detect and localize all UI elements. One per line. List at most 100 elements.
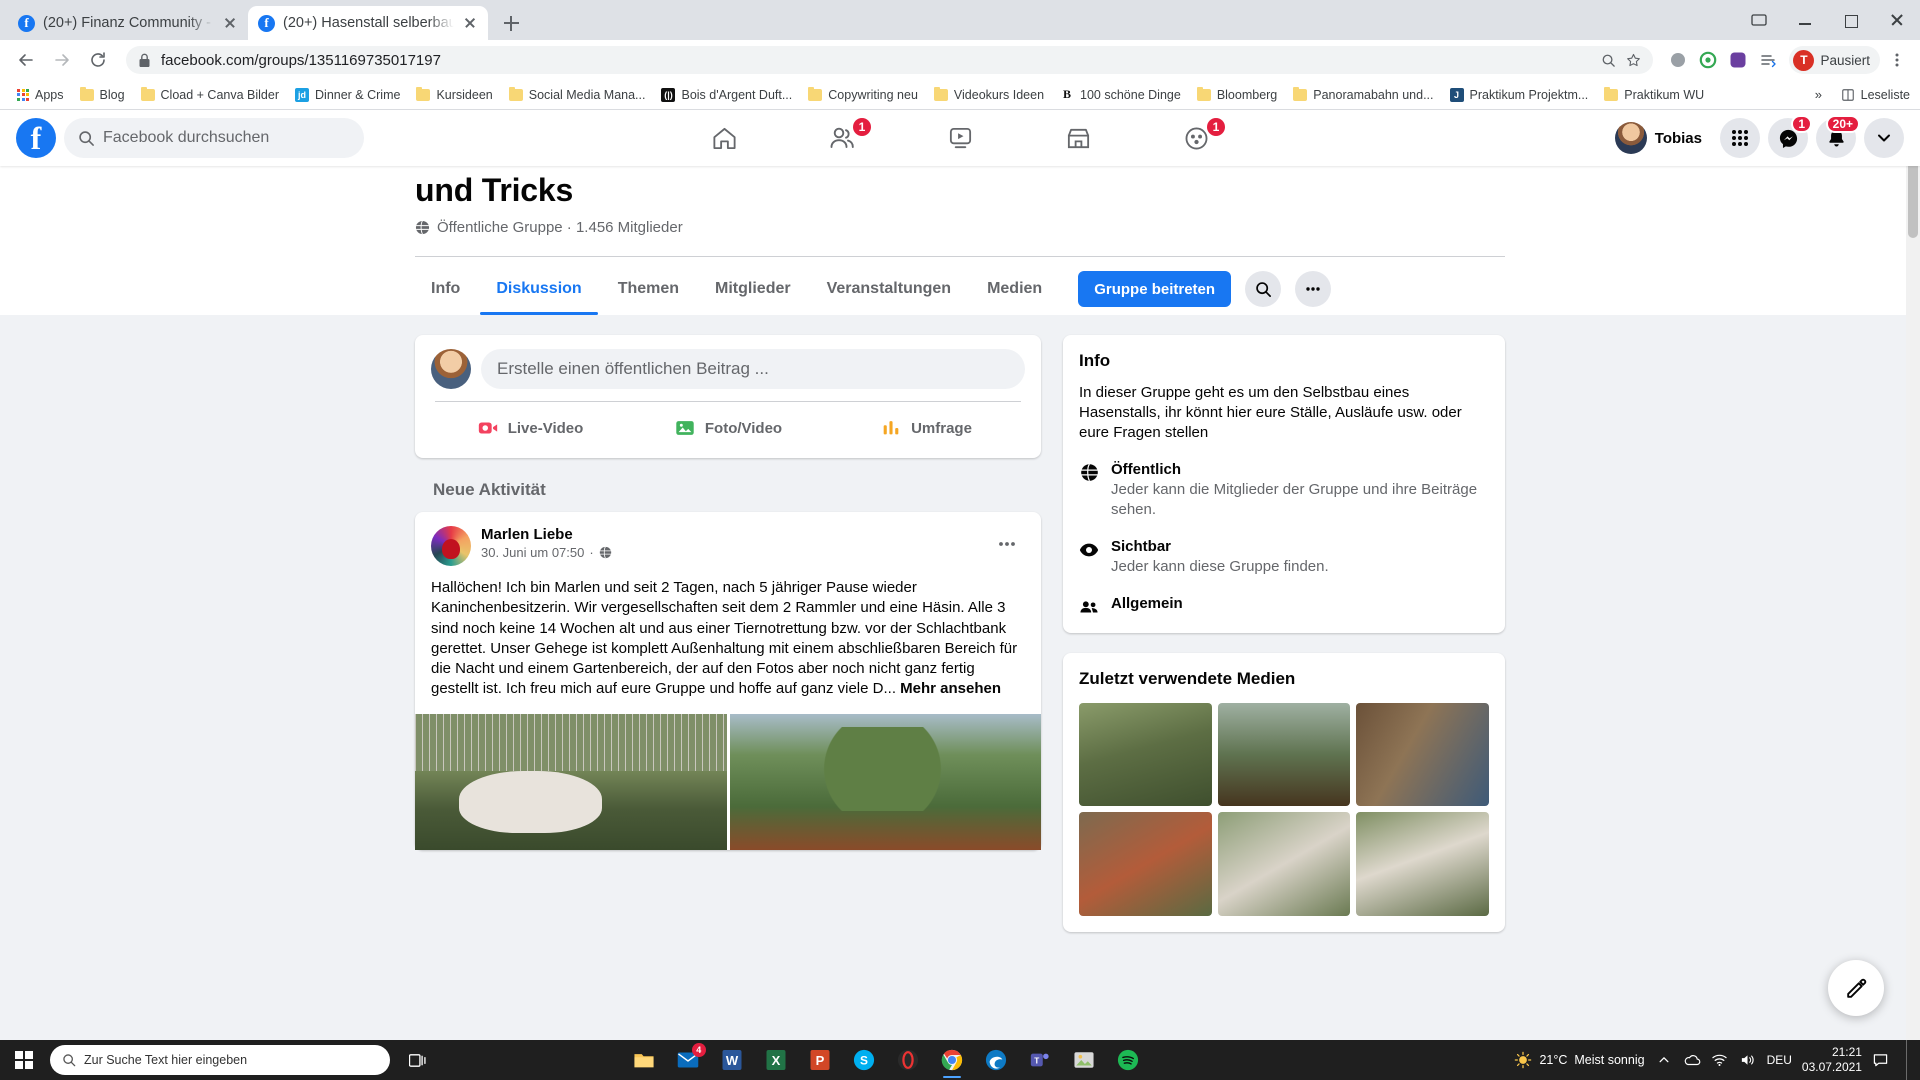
taskbar-skype[interactable]: S — [843, 1040, 885, 1080]
taskbar-mail[interactable]: 4 — [667, 1040, 709, 1080]
bookmark-copywriting[interactable]: Copywriting neu — [801, 85, 925, 105]
nav-home[interactable] — [669, 114, 779, 162]
reading-list-button[interactable]: Leseliste — [1841, 88, 1910, 102]
bookmark-panoramabahn[interactable]: Panoramabahn und... — [1286, 85, 1440, 105]
menu-grid-button[interactable] — [1720, 118, 1760, 158]
notification-center-icon[interactable] — [1872, 1051, 1890, 1069]
minimize-button[interactable] — [1782, 0, 1828, 40]
close-window-button[interactable] — [1874, 0, 1920, 40]
bookmark-social-media[interactable]: Social Media Mana... — [502, 85, 653, 105]
browser-tab-2[interactable]: f (20+) Hasenstall selberbauen - T — [248, 6, 488, 40]
tab-veranstaltungen[interactable]: Veranstaltungen — [811, 263, 967, 315]
task-view-icon[interactable] — [396, 1040, 440, 1080]
taskbar-excel[interactable]: X — [755, 1040, 797, 1080]
bookmark-blog[interactable]: Blog — [73, 85, 132, 105]
taskbar-chrome[interactable] — [931, 1040, 973, 1080]
taskbar-search-input[interactable]: Zur Suche Text hier eingeben — [50, 1045, 390, 1075]
extension-grey-icon[interactable] — [1665, 47, 1691, 73]
address-bar[interactable]: facebook.com/groups/1351169735017197 — [126, 46, 1654, 74]
extension-green-icon[interactable] — [1695, 47, 1721, 73]
browser-tab-1[interactable]: f (20+) Finanz Community - Aktien — [8, 6, 248, 40]
media-thumb[interactable] — [1217, 812, 1351, 916]
nav-watch[interactable] — [905, 114, 1015, 162]
back-arrow-icon[interactable] — [10, 44, 42, 76]
photo-video-button[interactable]: Foto/Video — [629, 406, 827, 450]
media-thumb[interactable] — [1217, 702, 1351, 807]
search-input[interactable]: Facebook durchsuchen — [64, 118, 364, 158]
bookmark-cload-canva[interactable]: Cload + Canva Bilder — [134, 85, 286, 105]
nav-groups[interactable]: 1 — [1141, 114, 1251, 162]
reload-icon[interactable] — [82, 44, 114, 76]
bookmarks-overflow-button[interactable]: » — [1815, 87, 1822, 102]
post-more-button[interactable] — [989, 526, 1025, 562]
bookmark-praktikum-wu[interactable]: Praktikum WU — [1597, 85, 1711, 105]
group-search-button[interactable] — [1245, 271, 1282, 307]
chevron-up-icon[interactable] — [1655, 1051, 1673, 1069]
extension-purple-icon[interactable] — [1725, 47, 1751, 73]
close-icon[interactable] — [462, 15, 478, 31]
taskbar-file-explorer[interactable] — [623, 1040, 665, 1080]
nav-groups-badge: 1 — [1207, 118, 1225, 136]
media-thumb[interactable] — [1356, 812, 1489, 916]
post-image-2[interactable] — [729, 713, 1041, 850]
tab-medien[interactable]: Medien — [971, 263, 1058, 315]
see-more-link[interactable]: Mehr ansehen — [900, 680, 1001, 697]
weather-widget[interactable]: 21°C Meist sonnig — [1514, 1051, 1645, 1069]
post-image-1[interactable] — [415, 713, 727, 850]
taskbar-teams[interactable]: T — [1019, 1040, 1061, 1080]
taskbar-spotify[interactable] — [1107, 1040, 1149, 1080]
windows-start-icon[interactable] — [0, 1040, 48, 1080]
nav-friends[interactable]: 1 — [787, 114, 897, 162]
taskbar-word[interactable]: W — [711, 1040, 753, 1080]
join-group-button[interactable]: Gruppe beitreten — [1078, 271, 1232, 307]
group-more-button[interactable] — [1295, 271, 1332, 307]
forward-arrow-icon[interactable] — [46, 44, 78, 76]
notifications-button[interactable]: 20+ — [1816, 115, 1860, 158]
compose-fab-button[interactable] — [1828, 960, 1884, 1016]
tab-info[interactable]: Info — [415, 263, 476, 315]
taskbar-opera-gx[interactable] — [887, 1040, 929, 1080]
taskbar-powerpoint[interactable]: P — [799, 1040, 841, 1080]
bookmark-dinner-crime[interactable]: jd Dinner & Crime — [288, 85, 407, 105]
folder-icon — [416, 86, 431, 101]
poll-button[interactable]: Umfrage — [827, 406, 1025, 450]
bookmark-kursideen[interactable]: Kursideen — [409, 85, 499, 105]
screencast-icon[interactable] — [1736, 0, 1782, 40]
facebook-logo-icon[interactable]: f — [16, 118, 56, 158]
media-thumb[interactable] — [1356, 702, 1489, 807]
tab-diskussion[interactable]: Diskussion — [480, 263, 599, 315]
maximize-button[interactable] — [1828, 0, 1874, 40]
language-indicator[interactable]: DEU — [1767, 1053, 1792, 1067]
create-post-input[interactable]: Erstelle einen öffentlichen Beitrag ... — [481, 349, 1025, 389]
tab-themen[interactable]: Themen — [602, 263, 695, 315]
close-icon[interactable] — [222, 15, 238, 31]
tab-mitglieder[interactable]: Mitglieder — [699, 263, 807, 315]
post-author[interactable]: Marlen Liebe — [481, 526, 612, 543]
volume-icon[interactable] — [1739, 1051, 1757, 1069]
bookmark-apps[interactable]: Apps — [10, 85, 71, 105]
show-desktop-button[interactable] — [1905, 1040, 1912, 1080]
extension-list-icon[interactable] — [1755, 47, 1781, 73]
nav-marketplace[interactable] — [1023, 114, 1133, 162]
messenger-button[interactable]: 1 — [1768, 115, 1812, 158]
bookmark-100-schoene-dinge[interactable]: B 100 schöne Dinge — [1053, 85, 1188, 105]
bookmark-bloomberg[interactable]: Bloomberg — [1190, 85, 1284, 105]
onedrive-icon[interactable] — [1683, 1051, 1701, 1069]
network-icon[interactable] — [1711, 1051, 1729, 1069]
clock[interactable]: 21:21 03.07.2021 — [1802, 1045, 1862, 1075]
avatar[interactable] — [431, 526, 471, 566]
taskbar-photos[interactable] — [1063, 1040, 1105, 1080]
bookmark-videokurs[interactable]: Videokurs Ideen — [927, 85, 1051, 105]
chrome-menu-icon[interactable] — [1884, 47, 1910, 73]
account-profile-button[interactable]: Tobias — [1611, 118, 1712, 158]
page-scrollbar[interactable] — [1906, 110, 1920, 1040]
media-thumb[interactable] — [1079, 812, 1212, 916]
live-video-button[interactable]: Live-Video — [431, 406, 629, 450]
profile-paused-chip[interactable]: T Pausiert — [1789, 46, 1880, 74]
taskbar-edge[interactable] — [975, 1040, 1017, 1080]
bookmark-praktikum-projektm[interactable]: J Praktikum Projektm... — [1443, 85, 1596, 105]
bookmark-bois-dargent[interactable]: (|) Bois d'Argent Duft... — [654, 85, 799, 105]
new-tab-button[interactable] — [494, 6, 528, 40]
account-chevron-button[interactable] — [1864, 118, 1904, 158]
media-thumb[interactable] — [1079, 702, 1212, 807]
